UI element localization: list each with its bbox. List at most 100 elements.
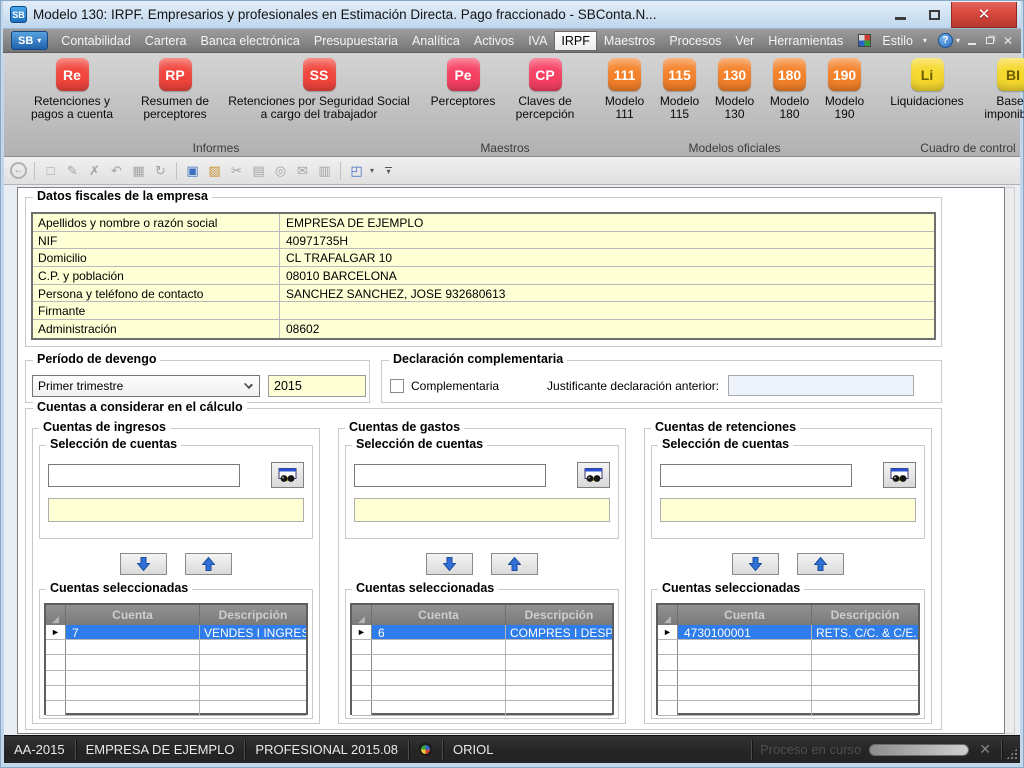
cuenta-search-input[interactable] — [354, 464, 546, 487]
cuenta-descripcion-field[interactable] — [660, 498, 916, 522]
cuenta-search-input[interactable] — [48, 464, 240, 487]
menu-contabilidad[interactable]: Contabilidad — [54, 31, 138, 51]
remove-cuenta-button[interactable] — [185, 553, 232, 575]
ribbon-button-resumen-perceptores[interactable]: RP Resumen de perceptores — [126, 58, 224, 138]
minimize-icon — [968, 43, 976, 45]
resize-grip[interactable] — [1006, 748, 1018, 760]
grid-row-empty[interactable] — [658, 655, 918, 670]
mdi-close-button[interactable]: ✕ — [999, 34, 1017, 48]
form-modelo-130: Datos fiscales de la empresa Apellidos y… — [17, 187, 1005, 734]
close-button[interactable]: ✕ — [951, 2, 1017, 28]
grid-row-selected[interactable]: ► 4730100001 RETS. C/C. & C/E. — [658, 625, 918, 640]
buscar-cuenta-button[interactable] — [577, 462, 610, 488]
menu-analitica[interactable]: Analítica — [405, 31, 467, 51]
table-row: Firmante — [33, 302, 934, 320]
add-cuenta-button[interactable] — [732, 553, 779, 575]
maximize-button[interactable] — [917, 3, 951, 27]
ribbon-button-modelo-180[interactable]: 180 Modelo 180 — [763, 58, 816, 138]
help-icon[interactable]: ? — [938, 33, 953, 48]
save-icon[interactable]: ▦ — [128, 160, 149, 181]
grid-row-empty[interactable] — [352, 686, 612, 701]
menu-cartera[interactable]: Cartera — [138, 31, 194, 51]
ribbon-button-retenciones-ss[interactable]: SS Retenciones por Seguridad Social a ca… — [226, 58, 412, 138]
menu-ver[interactable]: Ver — [728, 31, 761, 51]
undo-icon[interactable]: ↶ — [106, 160, 127, 181]
ribbon-button-modelo-111[interactable]: 111 Modelo 111 — [598, 58, 651, 138]
chevron-down-icon[interactable]: ▾ — [370, 166, 374, 175]
column-header-cuenta[interactable]: Cuenta — [372, 605, 506, 625]
grid-row-empty[interactable] — [658, 671, 918, 686]
back-icon[interactable]: ← — [10, 162, 27, 179]
ribbon-button-modelo-130[interactable]: 130 Modelo 130 — [708, 58, 761, 138]
paste-icon[interactable]: ▨ — [204, 160, 225, 181]
mdi-minimize-button[interactable] — [963, 36, 981, 45]
buscar-cuenta-button[interactable] — [883, 462, 916, 488]
grid-row-selected[interactable]: ► 7 VENDES I INGRES — [46, 625, 306, 640]
refresh-icon[interactable]: ↻ — [150, 160, 171, 181]
complementaria-checkbox[interactable] — [390, 379, 404, 393]
ribbon-button-modelo-190[interactable]: 190 Modelo 190 — [818, 58, 871, 138]
print-icon[interactable]: ▤ — [248, 160, 269, 181]
cuenta-descripcion-field[interactable] — [48, 498, 304, 522]
cuenta-search-input[interactable] — [660, 464, 852, 487]
grid-row-selected[interactable]: ► 6 COMPRES I DESP — [352, 625, 612, 640]
toolbar-overflow-icon[interactable]: ▾ — [385, 167, 392, 175]
grid-row-empty[interactable] — [658, 701, 918, 716]
grid-row-empty[interactable] — [46, 701, 306, 716]
ribbon-button-claves-percepcion[interactable]: CP Claves de percepción — [504, 58, 586, 138]
justificante-input[interactable] — [728, 375, 914, 396]
chevron-down-icon[interactable]: ▾ — [923, 36, 927, 45]
ribbon-button-modelo-115[interactable]: 115 Modelo 115 — [653, 58, 706, 138]
grid-row-empty[interactable] — [352, 655, 612, 670]
column-header-descripcion[interactable]: Descripción — [812, 605, 918, 625]
ribbon-button-retenciones-pagos[interactable]: Re Retenciones y pagos a cuenta — [20, 58, 124, 138]
copy-icon[interactable]: ▣ — [182, 160, 203, 181]
mail-icon[interactable]: ✉ — [292, 160, 313, 181]
grid-row-empty[interactable] — [46, 655, 306, 670]
grid-row-empty[interactable] — [46, 686, 306, 701]
column-header-cuenta[interactable]: Cuenta — [66, 605, 200, 625]
grid-row-empty[interactable] — [352, 640, 612, 655]
ribbon-button-liquidaciones[interactable]: Li Liquidaciones — [883, 58, 971, 138]
cuenta-descripcion-field[interactable] — [354, 498, 610, 522]
grid-row-empty[interactable] — [46, 671, 306, 686]
menu-presupuestaria[interactable]: Presupuestaria — [307, 31, 405, 51]
new-icon[interactable]: □ — [40, 160, 61, 181]
menu-maestros[interactable]: Maestros — [597, 31, 662, 51]
menu-irpf[interactable]: IRPF — [554, 31, 596, 51]
menu-iva[interactable]: IVA — [521, 31, 554, 51]
menu-activos[interactable]: Activos — [467, 31, 521, 51]
menu-herramientas[interactable]: Herramientas — [761, 31, 850, 51]
ejercicio-input[interactable] — [268, 375, 366, 397]
menu-banca-electronica[interactable]: Banca electrónica — [193, 31, 306, 51]
windows-icon[interactable]: ◰ — [346, 160, 367, 181]
report-icon[interactable]: ▥ — [314, 160, 335, 181]
delete-icon[interactable]: ✗ — [84, 160, 105, 181]
column-header-cuenta[interactable]: Cuenta — [678, 605, 812, 625]
grid-row-empty[interactable] — [46, 640, 306, 655]
column-header-descripcion[interactable]: Descripción — [200, 605, 306, 625]
grid-row-empty[interactable] — [658, 640, 918, 655]
periodo-select[interactable]: Primer trimestre — [32, 375, 260, 397]
ribbon-button-perceptores[interactable]: Pe Perceptores — [424, 58, 502, 138]
chevron-down-icon[interactable]: ▾ — [956, 36, 960, 45]
buscar-cuenta-button[interactable] — [271, 462, 304, 488]
minimize-button[interactable] — [883, 3, 917, 27]
remove-cuenta-button[interactable] — [797, 553, 844, 575]
app-menu-button[interactable]: SB ▾ — [11, 31, 48, 50]
add-cuenta-button[interactable] — [426, 553, 473, 575]
column-header-descripcion[interactable]: Descripción — [506, 605, 612, 625]
ribbon-button-bases-imponibles[interactable]: BI Bases imponibles — [973, 58, 1024, 138]
menu-procesos[interactable]: Procesos — [662, 31, 728, 51]
add-cuenta-button[interactable] — [120, 553, 167, 575]
cut-icon[interactable]: ✂ — [226, 160, 247, 181]
edit-icon[interactable]: ✎ — [62, 160, 83, 181]
menu-estilo[interactable]: Estilo — [875, 31, 920, 51]
grid-row-empty[interactable] — [352, 701, 612, 716]
grid-row-empty[interactable] — [352, 671, 612, 686]
mdi-restore-button[interactable] — [981, 37, 999, 44]
preview-icon[interactable]: ◎ — [270, 160, 291, 181]
grid-row-empty[interactable] — [658, 686, 918, 701]
process-close-icon[interactable]: ✕ — [969, 741, 1001, 758]
remove-cuenta-button[interactable] — [491, 553, 538, 575]
